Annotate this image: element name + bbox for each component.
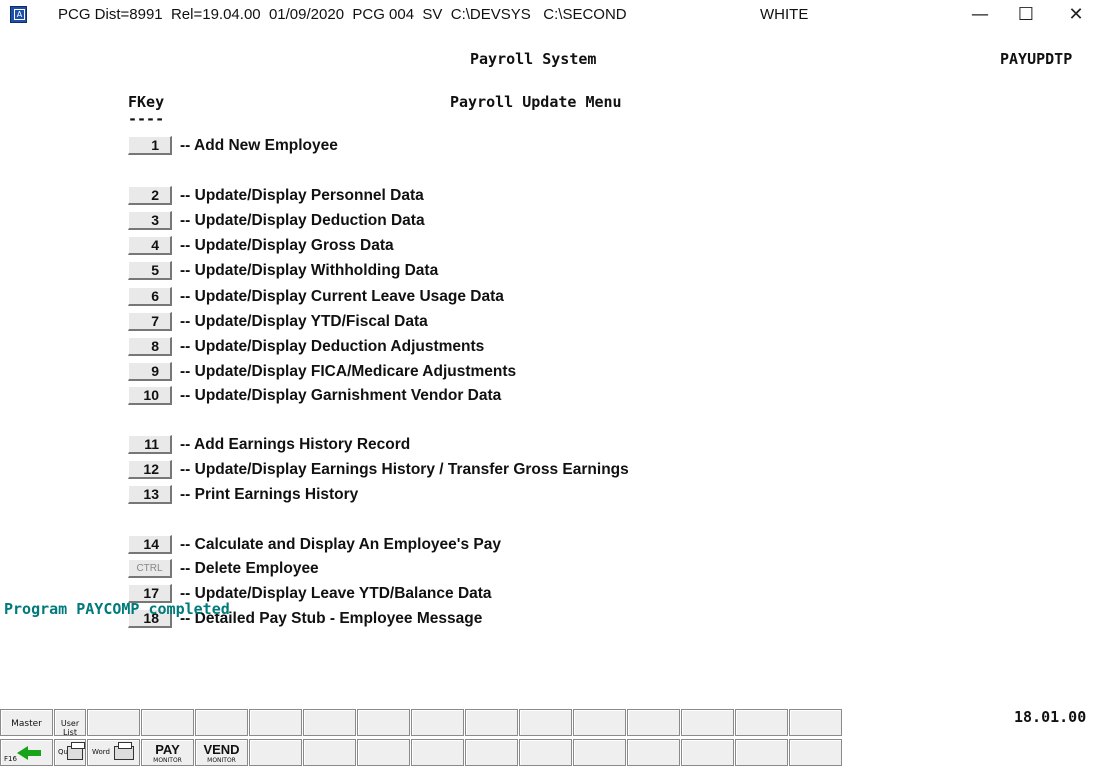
user-list-button[interactable]: User List: [54, 709, 86, 737]
queue-print-button[interactable]: Que: [54, 739, 86, 766]
toolbar-slot[interactable]: [357, 709, 410, 736]
printer-icon: [67, 742, 85, 760]
fkey-underline: ----: [128, 110, 165, 128]
menu-label: -- Update/Display Deduction Adjustments: [180, 338, 485, 355]
toolbar-slot[interactable]: [681, 709, 734, 736]
fkey-button-4[interactable]: 4: [128, 236, 172, 255]
fkey-button-ctrl[interactable]: CTRL: [128, 559, 172, 578]
toolbar-slot[interactable]: [789, 709, 842, 736]
pay-monitor-button[interactable]: PAY MONITOR: [141, 739, 194, 766]
menu-title: Payroll Update Menu: [450, 93, 622, 111]
back-f16-button[interactable]: F16: [0, 739, 53, 766]
vend-monitor-button[interactable]: VEND MONITOR: [195, 739, 248, 766]
fkey-button-6[interactable]: 6: [128, 287, 172, 306]
window-user: WHITE: [760, 6, 809, 23]
fkey-button-14[interactable]: 14: [128, 535, 172, 554]
word-print-button[interactable]: Word: [87, 739, 140, 766]
toolbar-slot[interactable]: [465, 739, 518, 766]
toolbar-slot[interactable]: [303, 709, 356, 736]
toolbar-slot[interactable]: [627, 739, 680, 766]
fkey-button-12[interactable]: 12: [128, 460, 172, 479]
menu-label: -- Print Earnings History: [180, 486, 359, 503]
close-icon[interactable]: ✕: [1053, 0, 1099, 30]
menu-label: -- Update/Display Deduction Data: [180, 212, 425, 229]
toolbar-slot[interactable]: [735, 709, 788, 736]
fkey-button-1[interactable]: 1: [128, 136, 172, 155]
toolbar-slot[interactable]: [789, 739, 842, 766]
menu-label: -- Add Earnings History Record: [180, 436, 411, 453]
fkey-button-7[interactable]: 7: [128, 312, 172, 331]
toolbar-slot[interactable]: [303, 739, 356, 766]
toolbar-slot[interactable]: [735, 739, 788, 766]
fkey-header: FKey: [128, 93, 165, 111]
menu-label: -- Update/Display Current Leave Usage Da…: [180, 288, 504, 305]
window-title-bar: A PCG Dist=8991 Rel=19.04.00 01/09/2020 …: [0, 0, 1099, 30]
toolbar-slot[interactable]: [249, 739, 302, 766]
menu-label: -- Update/Display YTD/Fiscal Data: [180, 313, 428, 330]
status-message: Program PAYCOMP completed: [4, 600, 230, 618]
menu-label: -- Update/Display Earnings History / Tra…: [180, 461, 629, 478]
f16-label: F16: [4, 755, 17, 763]
window-title: PCG Dist=8991 Rel=19.04.00 01/09/2020 PC…: [58, 6, 627, 23]
fkey-button-8[interactable]: 8: [128, 337, 172, 356]
fkey-button-13[interactable]: 13: [128, 485, 172, 504]
toolbar-slot[interactable]: [519, 739, 572, 766]
system-title: Payroll System: [470, 50, 597, 68]
toolbar-slot[interactable]: [249, 709, 302, 736]
toolbar-slot[interactable]: [573, 709, 626, 736]
fkey-button-3[interactable]: 3: [128, 211, 172, 230]
maximize-icon[interactable]: ☐: [1003, 0, 1049, 30]
toolbar-slot[interactable]: [87, 709, 140, 736]
toolbar-slot[interactable]: [195, 709, 248, 736]
terminal-app-icon[interactable]: A: [10, 6, 27, 23]
toolbar-slot[interactable]: [357, 739, 410, 766]
function-toolbar: Master User List F16 Que Word PAY MONITO…: [0, 709, 886, 769]
master-button[interactable]: Master: [0, 709, 53, 736]
toolbar-slot[interactable]: [681, 739, 734, 766]
menu-label: -- Update/Display FICA/Medicare Adjustme…: [180, 363, 517, 380]
printer-icon: [114, 742, 134, 760]
menu-label: -- Update/Display Gross Data: [180, 237, 394, 254]
toolbar-slot[interactable]: [141, 709, 194, 736]
fkey-button-9[interactable]: 9: [128, 362, 172, 381]
fkey-button-10[interactable]: 10: [128, 386, 172, 405]
menu-label: -- Add New Employee: [180, 137, 338, 154]
menu-label: -- Calculate and Display An Employee's P…: [180, 536, 501, 553]
toolbar-slot[interactable]: [465, 709, 518, 736]
menu-label: -- Delete Employee: [180, 560, 319, 577]
fkey-button-2[interactable]: 2: [128, 186, 172, 205]
menu-label: -- Update/Display Personnel Data: [180, 187, 424, 204]
minimize-icon[interactable]: —: [957, 0, 1003, 30]
toolbar-slot[interactable]: [519, 709, 572, 736]
toolbar-slot[interactable]: [573, 739, 626, 766]
fkey-button-11[interactable]: 11: [128, 435, 172, 454]
screen-id: PAYUPDTP: [1000, 50, 1073, 68]
fkey-button-5[interactable]: 5: [128, 261, 172, 280]
toolbar-slot[interactable]: [627, 709, 680, 736]
toolbar-slot[interactable]: [411, 709, 464, 736]
menu-label: -- Update/Display Garnishment Vendor Dat…: [180, 387, 502, 404]
clock: 18.01.00: [1014, 708, 1087, 726]
menu-label: -- Update/Display Withholding Data: [180, 262, 439, 279]
toolbar-slot[interactable]: [411, 739, 464, 766]
